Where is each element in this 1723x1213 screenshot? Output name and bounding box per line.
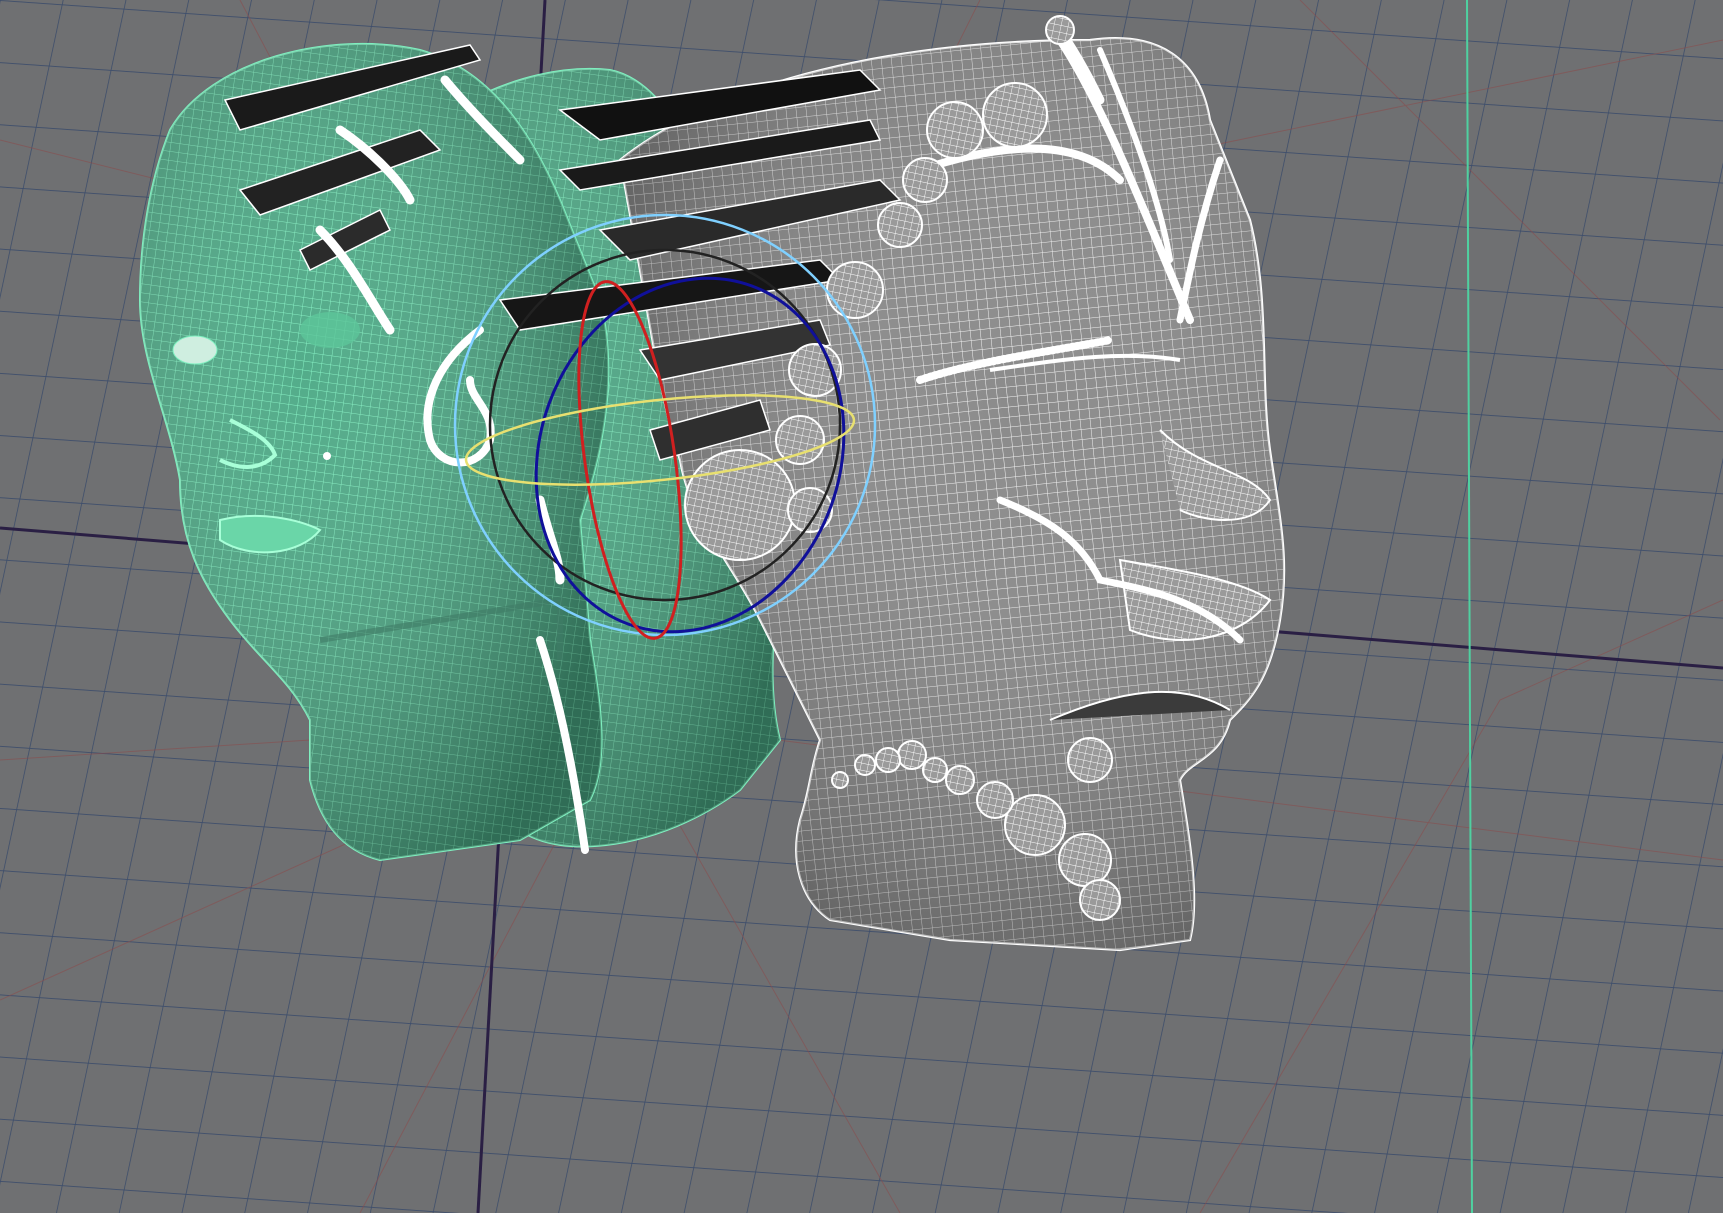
viewport-canvas[interactable] <box>0 0 1723 1213</box>
3d-viewport-perspective[interactable] <box>0 0 1723 1213</box>
